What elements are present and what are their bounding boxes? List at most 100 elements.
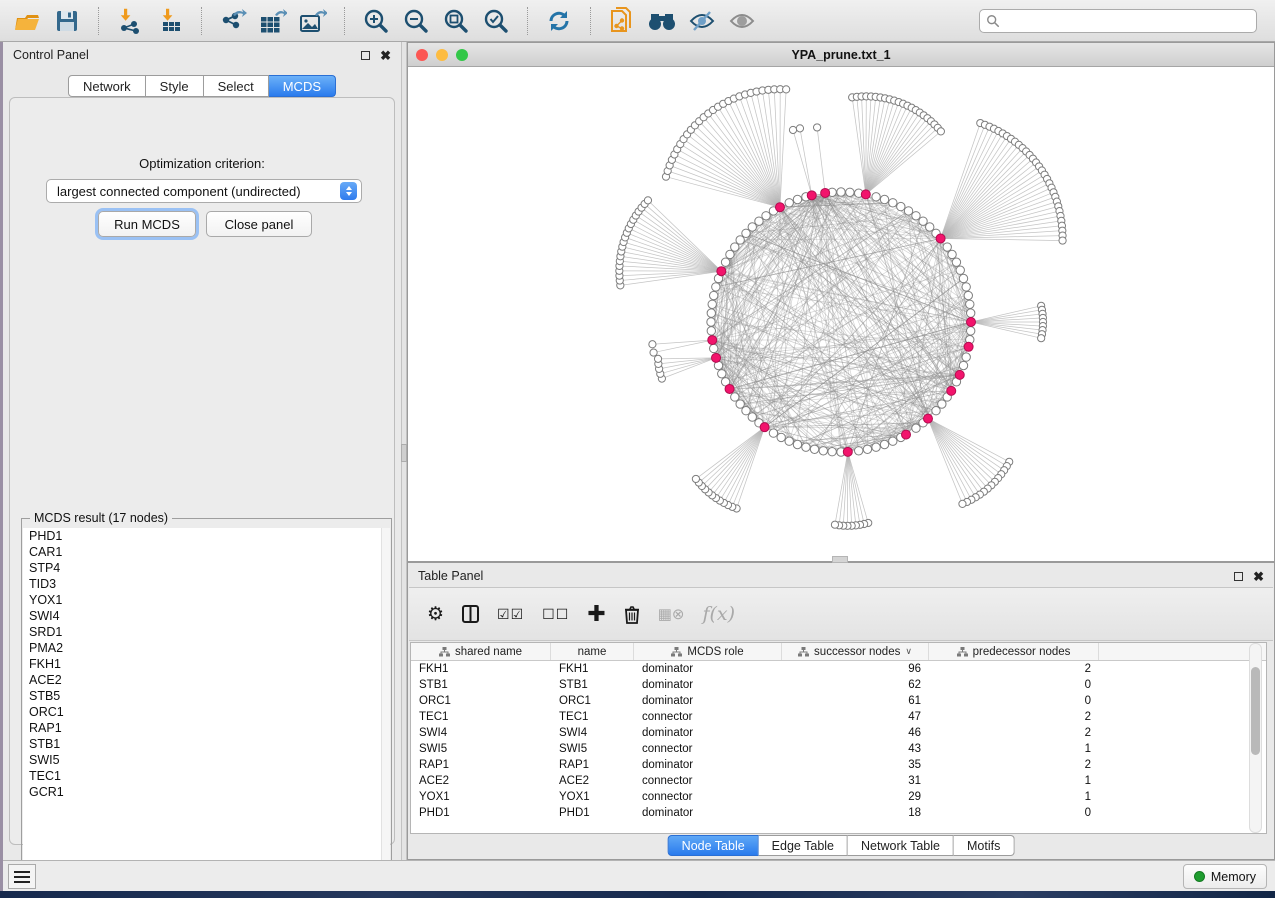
ring-node[interactable] xyxy=(707,318,715,326)
ring-node[interactable] xyxy=(938,400,946,408)
ring-node[interactable] xyxy=(726,250,734,258)
table-row[interactable]: PHD1PHD1dominator180 xyxy=(411,805,1266,821)
tab-node-table[interactable]: Node Table xyxy=(668,835,759,856)
ring-node[interactable] xyxy=(731,393,739,401)
tab-edge-table[interactable]: Edge Table xyxy=(759,835,848,856)
leaf-node[interactable] xyxy=(649,341,656,348)
ring-node[interactable] xyxy=(948,250,956,258)
mcds-list-scrollbar[interactable] xyxy=(381,528,390,890)
ring-node[interactable] xyxy=(962,353,970,361)
tab-mcds[interactable]: MCDS xyxy=(269,75,336,97)
mcds-result-list[interactable]: PHD1CAR1STP4TID3YOX1SWI4SRD1PMA2FKH1ACE2… xyxy=(23,528,390,890)
show-panels-button[interactable] xyxy=(725,5,759,37)
table-row[interactable]: ORC1ORC1dominator610 xyxy=(411,693,1266,709)
ring-node[interactable] xyxy=(912,212,920,220)
ring-node[interactable] xyxy=(731,243,739,251)
float-panel-icon[interactable] xyxy=(361,51,370,60)
ring-node[interactable] xyxy=(762,212,770,220)
ring-node[interactable] xyxy=(810,445,818,453)
share-document-button[interactable] xyxy=(605,5,639,37)
mcds-result-item[interactable]: PMA2 xyxy=(23,640,390,656)
close-panel-icon[interactable]: ✖ xyxy=(380,49,391,62)
ring-node[interactable] xyxy=(919,217,927,225)
mcds-result-item[interactable]: PHD1 xyxy=(23,528,390,544)
add-icon[interactable]: ✚ xyxy=(587,601,605,627)
ring-node[interactable] xyxy=(889,437,897,445)
ring-node[interactable] xyxy=(718,370,726,378)
table-row[interactable]: STB1STB1dominator620 xyxy=(411,677,1266,693)
ring-node[interactable] xyxy=(712,283,720,291)
column-header-name[interactable]: name xyxy=(551,643,634,660)
table-row[interactable]: TEC1TEC1connector472 xyxy=(411,709,1266,725)
column-header-shared-name[interactable]: shared name xyxy=(411,643,551,660)
import-network-button[interactable] xyxy=(113,5,147,37)
network-window-titlebar[interactable]: YPA_prune.txt_1 xyxy=(408,43,1274,67)
zoom-out-button[interactable] xyxy=(399,5,433,37)
mcds-result-item[interactable]: SWI4 xyxy=(23,608,390,624)
mcds-result-item[interactable]: ORC1 xyxy=(23,704,390,720)
ring-node[interactable] xyxy=(897,202,905,210)
ring-node[interactable] xyxy=(880,195,888,203)
ring-node[interactable] xyxy=(736,400,744,408)
mcds-hub-node[interactable] xyxy=(717,267,726,276)
table-row[interactable]: SWI5SWI5connector431 xyxy=(411,741,1266,757)
table-row[interactable]: RAP1RAP1dominator352 xyxy=(411,757,1266,773)
open-file-button[interactable] xyxy=(10,5,44,37)
ring-node[interactable] xyxy=(748,223,756,231)
ring-node[interactable] xyxy=(962,283,970,291)
ring-node[interactable] xyxy=(959,361,967,369)
ring-node[interactable] xyxy=(793,195,801,203)
delete-trash-icon[interactable] xyxy=(624,605,640,624)
mcds-result-item[interactable]: STB5 xyxy=(23,688,390,704)
ring-node[interactable] xyxy=(966,327,974,335)
ring-node[interactable] xyxy=(721,258,729,266)
ring-node[interactable] xyxy=(966,309,974,317)
mcds-result-item[interactable]: SRD1 xyxy=(23,624,390,640)
ring-node[interactable] xyxy=(707,327,715,335)
ring-node[interactable] xyxy=(708,300,716,308)
mcds-hub-node[interactable] xyxy=(760,423,769,432)
leaf-node[interactable] xyxy=(789,126,796,133)
save-session-button[interactable] xyxy=(50,5,84,37)
mcds-result-item[interactable]: SWI5 xyxy=(23,752,390,768)
export-network-button[interactable] xyxy=(216,5,250,37)
tab-network[interactable]: Network xyxy=(68,75,146,97)
column-header-MCDS-role[interactable]: MCDS role xyxy=(634,643,782,660)
import-table-button[interactable] xyxy=(153,5,187,37)
ring-node[interactable] xyxy=(828,447,836,455)
ring-node[interactable] xyxy=(880,440,888,448)
ring-node[interactable] xyxy=(855,447,863,455)
mcds-hub-node[interactable] xyxy=(936,234,945,243)
ring-node[interactable] xyxy=(966,300,974,308)
ring-node[interactable] xyxy=(748,413,756,421)
close-panel-button[interactable]: Close panel xyxy=(206,211,312,237)
deselect-all-icon[interactable]: ☐☐ xyxy=(542,606,569,623)
mcds-result-item[interactable]: RAP1 xyxy=(23,720,390,736)
zoom-fit-button[interactable] xyxy=(439,5,473,37)
ring-node[interactable] xyxy=(769,429,777,437)
ring-node[interactable] xyxy=(802,443,810,451)
mcds-hub-node[interactable] xyxy=(967,318,976,327)
mcds-hub-node[interactable] xyxy=(861,190,870,199)
table-row[interactable]: SWI4SWI4dominator462 xyxy=(411,725,1266,741)
ring-node[interactable] xyxy=(943,243,951,251)
leaf-node[interactable] xyxy=(796,125,803,132)
leaf-node[interactable] xyxy=(654,355,661,362)
zoom-selected-button[interactable] xyxy=(479,5,513,37)
mcds-result-item[interactable]: YOX1 xyxy=(23,592,390,608)
leaf-node[interactable] xyxy=(650,349,657,356)
mcds-hub-node[interactable] xyxy=(725,384,734,393)
toolbar-search-field[interactable] xyxy=(979,9,1257,33)
zoom-in-button[interactable] xyxy=(359,5,393,37)
export-table-button[interactable] xyxy=(256,5,290,37)
leaf-node[interactable] xyxy=(783,86,790,93)
task-history-button[interactable] xyxy=(8,864,36,889)
column-header-successor-nodes[interactable]: successor nodes∨ xyxy=(782,643,929,660)
leaf-node[interactable] xyxy=(1059,237,1066,244)
function-builder-icon[interactable]: f(x) xyxy=(702,603,735,625)
ring-node[interactable] xyxy=(785,199,793,207)
ring-node[interactable] xyxy=(872,193,880,201)
ring-node[interactable] xyxy=(863,445,871,453)
select-all-icon[interactable]: ☑☑ xyxy=(497,606,524,623)
ring-node[interactable] xyxy=(959,274,967,282)
